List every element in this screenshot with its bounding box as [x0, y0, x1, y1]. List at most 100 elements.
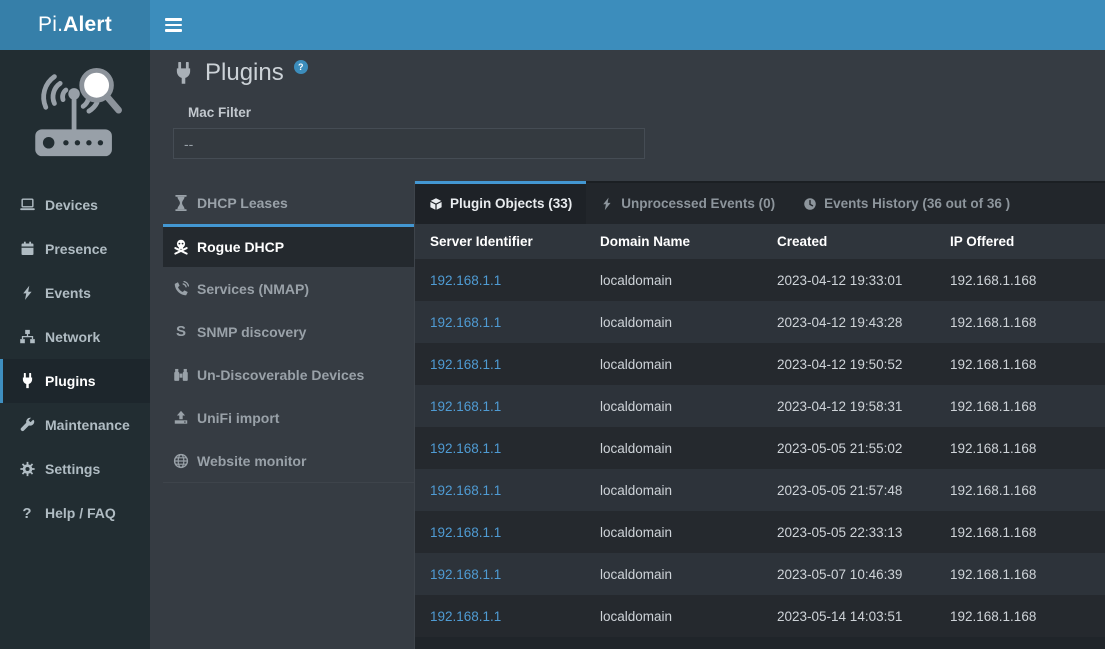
table-row: 192.168.1.1 localdomain 2023-05-05 21:57… — [415, 469, 1105, 511]
table-row: 192.168.1.1 localdomain 2023-04-12 19:58… — [415, 385, 1105, 427]
sidebar-nav: Devices Presence Events Network Plugins — [0, 183, 150, 535]
domain-name-cell: localdomain — [585, 357, 762, 372]
created-cell: 2023-05-05 22:33:13 — [762, 525, 935, 540]
server-identifier-link[interactable]: 192.168.1.1 — [415, 399, 585, 414]
created-cell: 2023-05-05 21:57:48 — [762, 483, 935, 498]
ip-offered-cell: 192.168.1.168 — [935, 609, 1105, 624]
sidebar-item-network[interactable]: Network — [0, 315, 150, 359]
tab-area: Plugin Objects (33) Unprocessed Events (… — [415, 181, 1105, 649]
sidebar-item-label: Devices — [45, 197, 98, 213]
column-header-server-identifier[interactable]: Server Identifier — [415, 234, 585, 249]
page-title-row: Plugins ? — [172, 58, 1105, 92]
bolt-icon — [18, 285, 36, 302]
hamburger-icon[interactable] — [150, 0, 196, 50]
sidebar-item-label: Settings — [45, 461, 100, 477]
plugin-panel: DHCP Leases Rogue DHCP Services (NMAP) S… — [163, 181, 415, 649]
sidebar-item-settings[interactable]: Settings — [0, 447, 150, 491]
sidebar-item-maintenance[interactable]: Maintenance — [0, 403, 150, 447]
bolt-icon — [600, 197, 614, 211]
tab-label: Events History (36 out of 36 ) — [824, 196, 1010, 211]
table-filler — [415, 637, 1105, 649]
plugin-item-rogue-dhcp[interactable]: Rogue DHCP — [163, 224, 414, 267]
created-cell: 2023-05-07 10:46:39 — [762, 567, 935, 582]
ip-offered-cell: 192.168.1.168 — [935, 483, 1105, 498]
plugin-item-label: Rogue DHCP — [197, 239, 284, 255]
column-header-ip-offered[interactable]: IP Offered — [935, 234, 1105, 249]
domain-name-cell: localdomain — [585, 567, 762, 582]
ip-offered-cell: 192.168.1.168 — [935, 357, 1105, 372]
sidebar-item-label: Presence — [45, 241, 107, 257]
plugin-item-label: Un-Discoverable Devices — [197, 367, 364, 383]
ip-offered-cell: 192.168.1.168 — [935, 441, 1105, 456]
server-identifier-link[interactable]: 192.168.1.1 — [415, 315, 585, 330]
domain-name-cell: localdomain — [585, 441, 762, 456]
plugin-item-label: DHCP Leases — [197, 195, 288, 211]
clock-icon — [803, 197, 817, 211]
sitemap-icon — [18, 329, 36, 346]
server-identifier-link[interactable]: 192.168.1.1 — [415, 609, 585, 624]
server-identifier-link[interactable]: 192.168.1.1 — [415, 357, 585, 372]
tab-bar: Plugin Objects (33) Unprocessed Events (… — [415, 181, 1105, 224]
mac-filter-input[interactable] — [173, 128, 645, 159]
page-title: Plugins — [205, 58, 284, 88]
plugin-item-unifi-import[interactable]: UniFi import — [163, 396, 414, 439]
column-header-domain-name[interactable]: Domain Name — [585, 234, 762, 249]
cube-icon — [429, 197, 443, 211]
router-search-logo — [0, 50, 150, 173]
plugin-nav: DHCP Leases Rogue DHCP Services (NMAP) S… — [163, 181, 414, 483]
globe-icon — [173, 453, 189, 469]
plugin-item-services-nmap[interactable]: Services (NMAP) — [163, 267, 414, 310]
sidebar-item-presence[interactable]: Presence — [0, 227, 150, 271]
created-cell: 2023-04-12 19:58:31 — [762, 399, 935, 414]
column-header-created[interactable]: Created — [762, 234, 935, 249]
tab-label: Plugin Objects (33) — [450, 196, 572, 211]
tab-plugin-objects[interactable]: Plugin Objects (33) — [415, 183, 586, 224]
plugin-item-snmp-discovery[interactable]: S SNMP discovery — [163, 310, 414, 353]
help-badge[interactable]: ? — [294, 60, 308, 74]
ip-offered-cell: 192.168.1.168 — [935, 525, 1105, 540]
wrench-icon — [18, 417, 36, 434]
ip-offered-cell: 192.168.1.168 — [935, 273, 1105, 288]
server-identifier-link[interactable]: 192.168.1.1 — [415, 483, 585, 498]
plug-icon — [18, 373, 36, 390]
tab-unprocessed-events[interactable]: Unprocessed Events (0) — [586, 183, 789, 224]
created-cell: 2023-04-12 19:50:52 — [762, 357, 935, 372]
plugin-item-label: Website monitor — [197, 453, 306, 469]
hourglass-icon — [173, 195, 189, 211]
plugin-item-label: Services (NMAP) — [197, 281, 309, 297]
sidebar-item-label: Maintenance — [45, 417, 130, 433]
sidebar-item-label: Plugins — [45, 373, 96, 389]
sidebar-item-plugins[interactable]: Plugins — [0, 359, 150, 403]
upload-icon — [173, 410, 189, 426]
domain-name-cell: localdomain — [585, 483, 762, 498]
table-row: 192.168.1.1 localdomain 2023-05-14 14:03… — [415, 595, 1105, 637]
domain-name-cell: localdomain — [585, 399, 762, 414]
sidebar-item-label: Events — [45, 285, 91, 301]
binoculars-icon — [173, 367, 189, 383]
brand-logo[interactable]: Pi.Alert — [0, 0, 150, 50]
sidebar-item-events[interactable]: Events — [0, 271, 150, 315]
plugin-item-dhcp-leases[interactable]: DHCP Leases — [163, 181, 414, 224]
domain-name-cell: localdomain — [585, 609, 762, 624]
domain-name-cell: localdomain — [585, 315, 762, 330]
server-identifier-link[interactable]: 192.168.1.1 — [415, 567, 585, 582]
sidebar-item-devices[interactable]: Devices — [0, 183, 150, 227]
created-cell: 2023-05-05 21:55:02 — [762, 441, 935, 456]
table-row: 192.168.1.1 localdomain 2023-05-05 21:55… — [415, 427, 1105, 469]
table-row: 192.168.1.1 localdomain 2023-04-12 19:33… — [415, 259, 1105, 301]
table-row: 192.168.1.1 localdomain 2023-04-12 19:50… — [415, 343, 1105, 385]
plugin-item-label: SNMP discovery — [197, 324, 306, 340]
brand-bold: Alert — [63, 13, 112, 37]
ip-offered-cell: 192.168.1.168 — [935, 315, 1105, 330]
sidebar-item-help-faq[interactable]: ?Help / FAQ — [0, 491, 150, 535]
server-identifier-link[interactable]: 192.168.1.1 — [415, 441, 585, 456]
created-cell: 2023-04-12 19:43:28 — [762, 315, 935, 330]
server-identifier-link[interactable]: 192.168.1.1 — [415, 273, 585, 288]
plugin-item-website-monitor[interactable]: Website monitor — [163, 439, 414, 482]
server-identifier-link[interactable]: 192.168.1.1 — [415, 525, 585, 540]
tab-events-history[interactable]: Events History (36 out of 36 ) — [789, 183, 1024, 224]
plugin-item-undiscoverable-devices[interactable]: Un-Discoverable Devices — [163, 353, 414, 396]
domain-name-cell: localdomain — [585, 273, 762, 288]
table-row: 192.168.1.1 localdomain 2023-04-12 19:43… — [415, 301, 1105, 343]
skull-crossbones-icon — [173, 239, 189, 255]
